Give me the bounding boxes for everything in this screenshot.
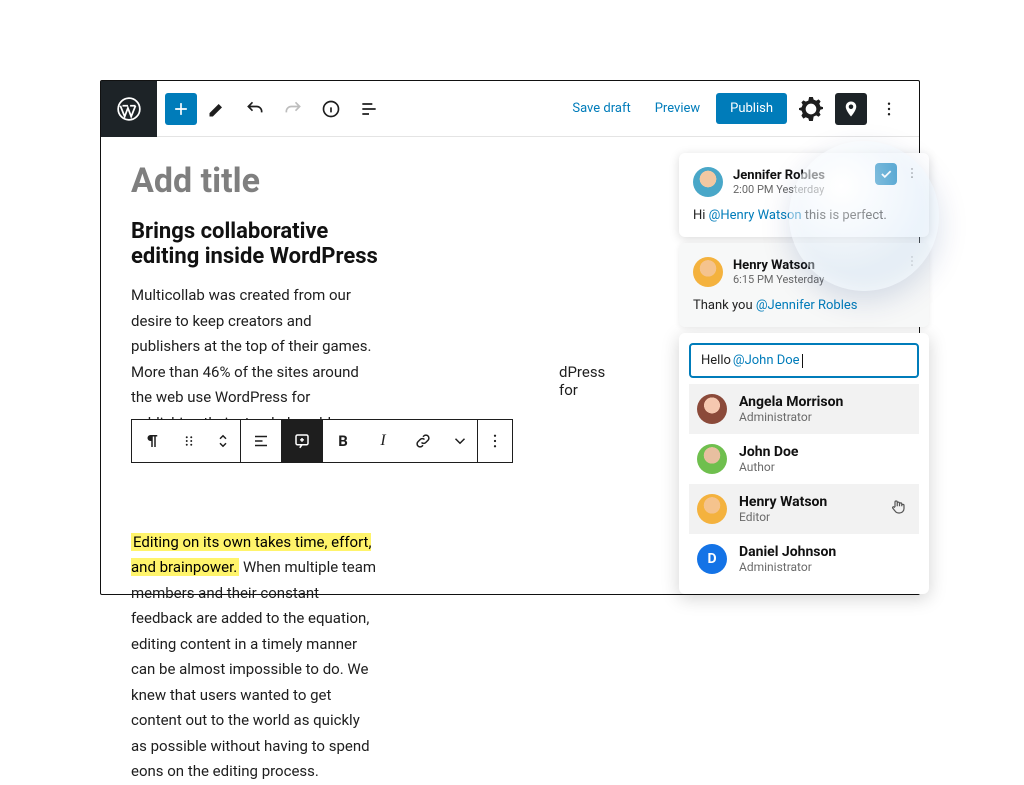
more-rich-text-icon[interactable] bbox=[443, 420, 477, 462]
bold-button[interactable]: B bbox=[323, 420, 363, 462]
info-button[interactable] bbox=[313, 91, 349, 127]
mention-option[interactable]: Henry Watson Editor bbox=[689, 484, 919, 534]
editor-topbar: Save draft Preview Publish bbox=[101, 81, 919, 137]
add-comment-button[interactable] bbox=[282, 420, 322, 462]
mention-role: Editor bbox=[739, 510, 827, 524]
paragraph-1-tail: dPress for bbox=[559, 363, 605, 399]
avatar bbox=[693, 257, 723, 287]
reply-composer: Hello @John Doe Angela Morrison Administ… bbox=[679, 333, 929, 594]
settings-icon[interactable] bbox=[795, 93, 827, 125]
mention-name: John Doe bbox=[739, 444, 798, 460]
outline-button[interactable] bbox=[351, 91, 387, 127]
undo-button[interactable] bbox=[237, 91, 273, 127]
multicollab-icon[interactable] bbox=[835, 93, 867, 125]
title-input-placeholder[interactable]: Add title bbox=[131, 161, 379, 201]
block-toolbar: B I bbox=[131, 419, 513, 463]
comment-thread-root[interactable]: Jennifer Robles 2:00 PM Yesterday Hi @He… bbox=[679, 153, 929, 237]
comment-reply[interactable]: Henry Watson 6:15 PM Yesterday Thank you… bbox=[679, 243, 929, 327]
wordpress-logo[interactable] bbox=[101, 81, 157, 137]
comment-author: Henry Watson bbox=[733, 258, 824, 273]
paragraph-2[interactable]: Editing on its own takes time, effort, a… bbox=[131, 530, 379, 785]
italic-button[interactable]: I bbox=[363, 420, 403, 462]
more-options-icon[interactable] bbox=[875, 93, 903, 125]
preview-link[interactable]: Preview bbox=[647, 95, 708, 122]
resolve-comment-button[interactable] bbox=[875, 163, 897, 185]
mention-name: Angela Morrison bbox=[739, 394, 843, 410]
comment-body: Hi @Henry Watson this is perfect. bbox=[693, 207, 915, 225]
mention-name: Daniel Johnson bbox=[739, 544, 836, 560]
avatar bbox=[697, 394, 727, 424]
comment-time: 6:15 PM Yesterday bbox=[733, 273, 824, 286]
mention-link[interactable]: @Jennifer Robles bbox=[756, 298, 858, 313]
mention-role: Administrator bbox=[739, 410, 843, 424]
block-options-icon[interactable] bbox=[478, 420, 512, 462]
mention-role: Author bbox=[739, 460, 798, 474]
publish-button[interactable]: Publish bbox=[716, 93, 787, 124]
save-draft-link[interactable]: Save draft bbox=[564, 95, 638, 122]
mention-option[interactable]: John Doe Author bbox=[689, 434, 919, 484]
reply-mention: @John Doe bbox=[733, 353, 800, 368]
paragraph-2-tail: When multiple team members and their con… bbox=[131, 558, 376, 780]
add-block-button[interactable] bbox=[165, 93, 197, 125]
post-heading[interactable]: Brings collaborative editing inside Word… bbox=[131, 219, 379, 269]
paragraph-block-icon[interactable] bbox=[132, 420, 172, 462]
mention-name: Henry Watson bbox=[739, 494, 827, 510]
reply-text: Hello bbox=[701, 353, 731, 368]
drag-handle-icon[interactable] bbox=[172, 420, 206, 462]
reply-input[interactable]: Hello @John Doe bbox=[689, 343, 919, 378]
move-up-down-icon[interactable] bbox=[206, 420, 240, 462]
mention-link[interactable]: @Henry Watson bbox=[709, 208, 802, 223]
mention-option[interactable]: D Daniel Johnson Administrator bbox=[689, 534, 919, 584]
mention-option[interactable]: Angela Morrison Administrator bbox=[689, 384, 919, 434]
comment-options-icon[interactable] bbox=[905, 165, 919, 184]
avatar bbox=[697, 444, 727, 474]
avatar bbox=[697, 494, 727, 524]
edit-mode-button[interactable] bbox=[199, 91, 235, 127]
editor-window: Save draft Preview Publish Add title Bri… bbox=[100, 80, 920, 595]
comment-body: Thank you @Jennifer Robles bbox=[693, 297, 915, 315]
comment-author: Jennifer Robles bbox=[733, 168, 825, 183]
cursor-pointer-icon bbox=[889, 498, 907, 520]
comment-time: 2:00 PM Yesterday bbox=[733, 183, 825, 196]
align-button[interactable] bbox=[241, 420, 281, 462]
text-caret bbox=[802, 354, 803, 368]
link-button[interactable] bbox=[403, 420, 443, 462]
mention-autocomplete-list: Angela Morrison Administrator John Doe A… bbox=[689, 384, 919, 584]
comment-options-icon[interactable] bbox=[905, 253, 919, 272]
comments-panel: Jennifer Robles 2:00 PM Yesterday Hi @He… bbox=[679, 153, 929, 594]
redo-button[interactable] bbox=[275, 91, 311, 127]
mention-role: Administrator bbox=[739, 560, 836, 574]
avatar bbox=[693, 167, 723, 197]
avatar: D bbox=[697, 544, 727, 574]
